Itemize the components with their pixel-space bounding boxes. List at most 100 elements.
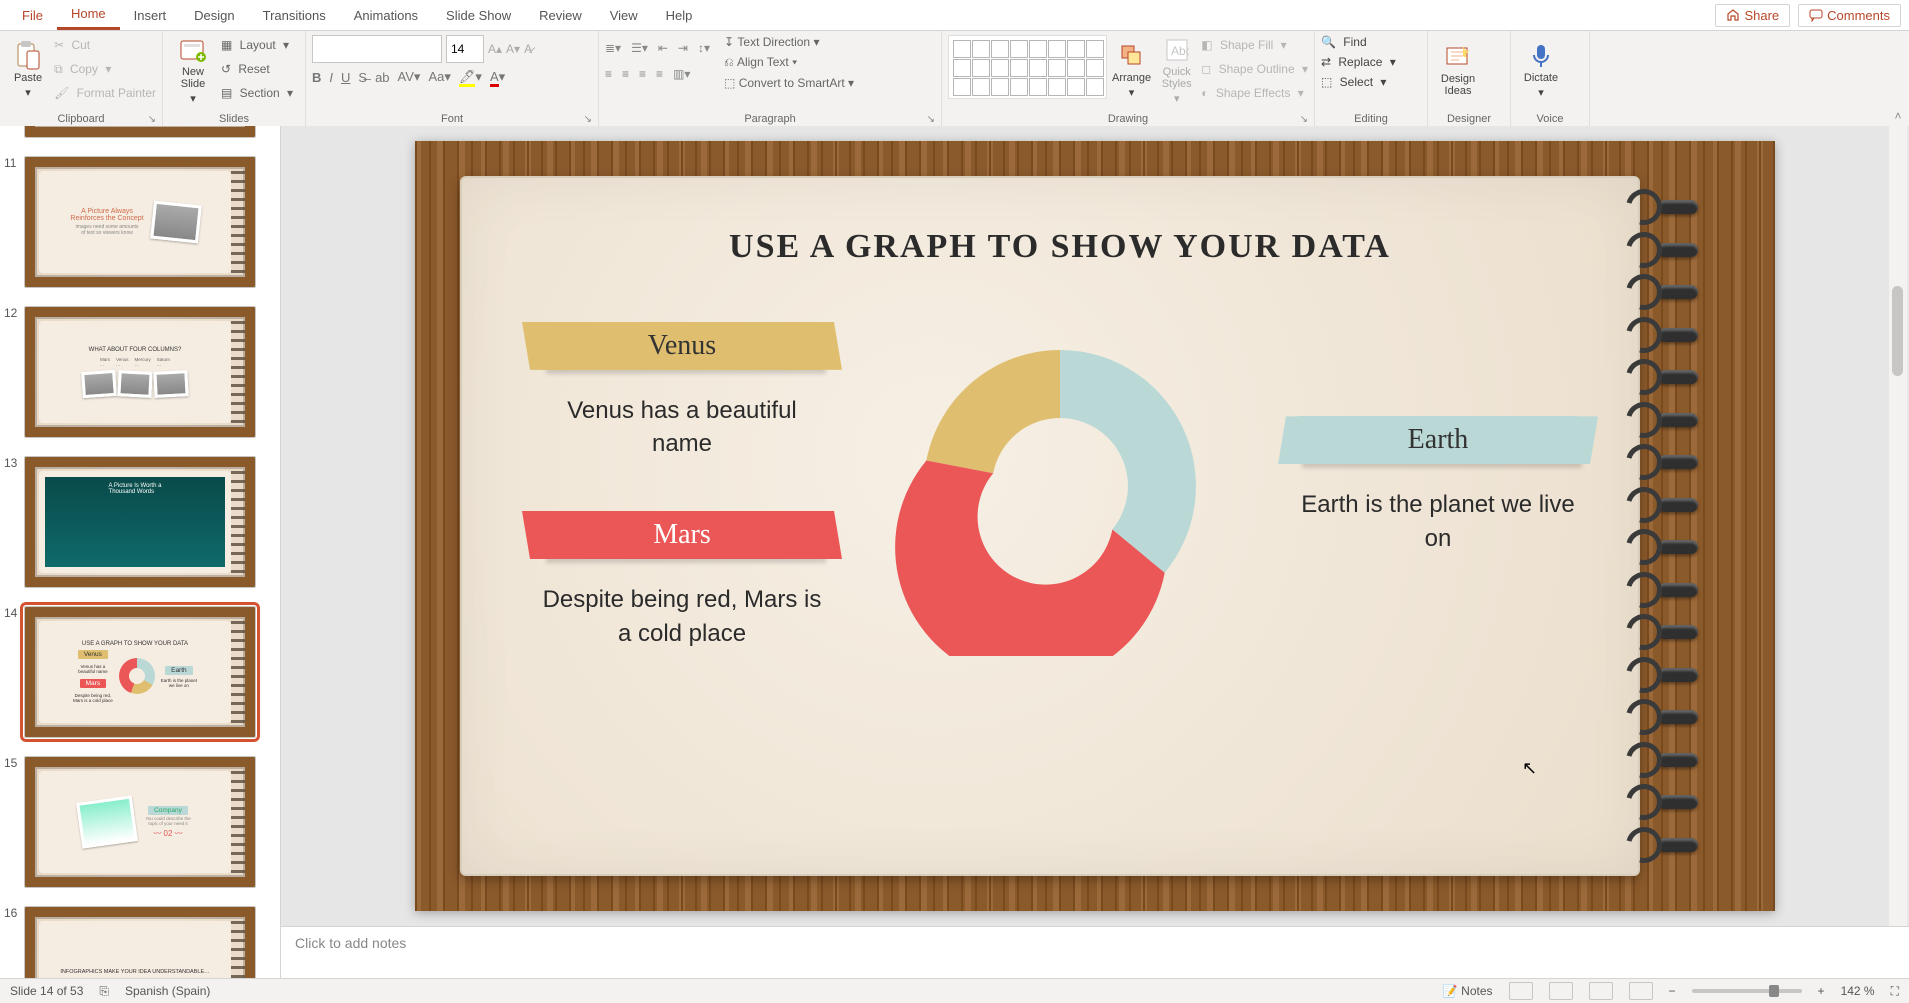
slide-thumbnails-pane[interactable]: 11 A Picture AlwaysReinforces the Concep… [0, 126, 281, 979]
reset-button[interactable]: ↺ Reset [221, 59, 293, 79]
group-clipboard: Paste▾ ✂ Cut ⧉ Copy ▾ 🖌 Format Painter C… [0, 31, 163, 127]
shapes-gallery[interactable] [948, 35, 1107, 99]
drawing-launcher[interactable]: ↘ [1300, 114, 1308, 125]
layout-button[interactable]: ▦ Layout ▾ [221, 35, 293, 55]
zoom-out-button[interactable]: − [1669, 984, 1676, 998]
section-button[interactable]: ▤ Section ▾ [221, 83, 293, 103]
view-sorter-button[interactable] [1549, 982, 1573, 1000]
shadow-button[interactable]: ab [375, 70, 389, 85]
tab-file[interactable]: File [8, 2, 57, 29]
decrease-font-button[interactable]: A▾ [506, 42, 520, 56]
tab-view[interactable]: View [596, 2, 652, 29]
arrange-button[interactable]: Arrange▾ [1111, 35, 1152, 105]
slide-title[interactable]: USE A GRAPH TO SHOW YOUR DATA [542, 228, 1578, 266]
clear-formatting-button[interactable]: A̷ [524, 42, 532, 56]
change-case-button[interactable]: Aa▾ [428, 69, 450, 85]
zoom-in-button[interactable]: + [1818, 984, 1825, 998]
vertical-scrollbar[interactable] [1889, 126, 1907, 926]
text-direction-button[interactable]: ↧ Text Direction ▾ [724, 35, 854, 49]
decrease-indent-button[interactable]: ⇤ [658, 41, 668, 55]
language-button[interactable]: Spanish (Spain) [125, 984, 210, 998]
find-button[interactable]: 🔍 Find [1321, 35, 1396, 49]
tag-venus[interactable]: Venus [542, 322, 822, 370]
justify-button[interactable]: ≡ [656, 67, 663, 81]
view-slideshow-button[interactable] [1629, 982, 1653, 1000]
cut-button[interactable]: ✂ Cut [54, 35, 156, 55]
font-launcher[interactable]: ↘ [584, 114, 592, 125]
tab-slideshow[interactable]: Slide Show [432, 2, 525, 29]
slide-thumbnail-11[interactable]: 11 A Picture AlwaysReinforces the Concep… [24, 156, 272, 288]
slide-thumbnail[interactable] [24, 126, 272, 138]
replace-button[interactable]: ⇄ Replace ▾ [1321, 55, 1396, 69]
clipboard-launcher[interactable]: ↘ [148, 114, 156, 125]
comments-button[interactable]: Comments [1798, 4, 1901, 27]
slide-thumbnail-13[interactable]: 13 A Picture Is Worth aThousand Words [24, 456, 272, 588]
shape-fill-button[interactable]: ◧ Shape Fill ▾ [1201, 35, 1308, 55]
fit-to-window-button[interactable]: ⛶ [1891, 984, 1899, 999]
share-button[interactable]: Share [1715, 4, 1790, 27]
align-left-button[interactable]: ≡ [605, 67, 612, 81]
donut-chart[interactable] [890, 316, 1230, 656]
paragraph-launcher[interactable]: ↘ [927, 114, 935, 125]
font-highlight-button[interactable]: 🖊▾ [459, 69, 482, 85]
slide-thumbnail-15[interactable]: 15 CompanyYou could describe thetopic of… [24, 756, 272, 888]
spellcheck-icon[interactable]: ⎘ [99, 984, 109, 999]
format-painter-button[interactable]: 🖌 Format Painter [54, 83, 156, 103]
slide-thumbnail-16[interactable]: 16 INFOGRAPHICS MAKE YOUR IDEA UNDERSTAN… [24, 906, 272, 979]
align-text-button[interactable]: ⎌ Align Text ▾ [724, 55, 854, 70]
view-reading-button[interactable] [1589, 982, 1613, 1000]
convert-smartart-button[interactable]: ⬚ Convert to SmartArt ▾ [724, 76, 854, 90]
slide-canvas[interactable]: USE A GRAPH TO SHOW YOUR DATA Venus Venu… [415, 141, 1775, 911]
cursor-icon: ↖ [1522, 758, 1537, 779]
tab-animations[interactable]: Animations [340, 2, 432, 29]
strikethrough-button[interactable]: S̶ [358, 70, 367, 85]
columns-button[interactable]: ▥▾ [673, 67, 690, 81]
align-right-button[interactable]: ≡ [639, 67, 646, 81]
quick-styles-button[interactable]: Abc Quick Styles▾ [1156, 35, 1197, 105]
design-ideas-button[interactable]: Design Ideas [1434, 35, 1482, 105]
notes-button[interactable]: 📝 Notes [1443, 984, 1493, 998]
paste-button[interactable]: Paste▾ [6, 35, 50, 105]
shape-effects-button[interactable]: ◐ Shape Effects ▾ [1201, 83, 1308, 103]
slide-thumbnail-12[interactable]: 12 WHAT ABOUT FOUR COLUMNS? Mars…Venus…M… [24, 306, 272, 438]
align-center-button[interactable]: ≡ [622, 67, 629, 81]
increase-font-button[interactable]: A▴ [488, 42, 502, 56]
copy-button[interactable]: ⧉ Copy ▾ [54, 59, 156, 79]
line-spacing-button[interactable]: ↕▾ [698, 41, 710, 55]
notes-pane[interactable]: Click to add notes [281, 926, 1909, 979]
desc-venus[interactable]: Venus has a beautiful name [542, 394, 822, 461]
tab-home[interactable]: Home [57, 0, 120, 30]
font-size-input[interactable] [446, 35, 484, 63]
select-button[interactable]: ⬚ Select ▾ [1321, 75, 1396, 89]
quick-styles-label: Quick Styles [1162, 66, 1192, 90]
font-family-input[interactable] [312, 35, 442, 63]
tag-mars[interactable]: Mars [542, 511, 822, 559]
zoom-slider[interactable] [1692, 989, 1802, 993]
underline-button[interactable]: U [341, 70, 350, 85]
shape-outline-button[interactable]: ◻ Shape Outline ▾ [1201, 59, 1308, 79]
tab-design[interactable]: Design [180, 2, 248, 29]
desc-earth[interactable]: Earth is the planet we live on [1298, 488, 1578, 555]
dictate-button[interactable]: Dictate▾ [1517, 35, 1565, 105]
tab-insert[interactable]: Insert [120, 2, 181, 29]
view-normal-button[interactable] [1509, 982, 1533, 1000]
collapse-ribbon-button[interactable]: ˄ [1887, 31, 1909, 127]
tab-review[interactable]: Review [525, 2, 596, 29]
italic-button[interactable]: I [329, 70, 333, 85]
tab-transitions[interactable]: Transitions [249, 2, 340, 29]
design-ideas-label: Design Ideas [1441, 73, 1475, 97]
character-spacing-button[interactable]: AV▾ [398, 69, 421, 85]
font-color-button[interactable]: A▾ [490, 69, 505, 85]
numbering-button[interactable]: ☰▾ [631, 41, 648, 55]
slide-thumbnail-14[interactable]: 14 USE A GRAPH TO SHOW YOUR DATA Venus V… [24, 606, 272, 738]
zoom-level[interactable]: 142 % [1841, 984, 1875, 998]
bold-button[interactable]: B [312, 70, 321, 85]
tab-help[interactable]: Help [652, 2, 707, 29]
desc-mars[interactable]: Despite being red, Mars is a cold place [542, 583, 822, 650]
tag-earth[interactable]: Earth [1298, 416, 1578, 464]
bullets-button[interactable]: ≣▾ [605, 41, 621, 55]
new-slide-button[interactable]: New Slide▾ [169, 35, 217, 105]
increase-indent-button[interactable]: ⇥ [678, 41, 688, 55]
dictate-icon [1527, 42, 1555, 70]
group-label-drawing: Drawing [1108, 113, 1148, 125]
